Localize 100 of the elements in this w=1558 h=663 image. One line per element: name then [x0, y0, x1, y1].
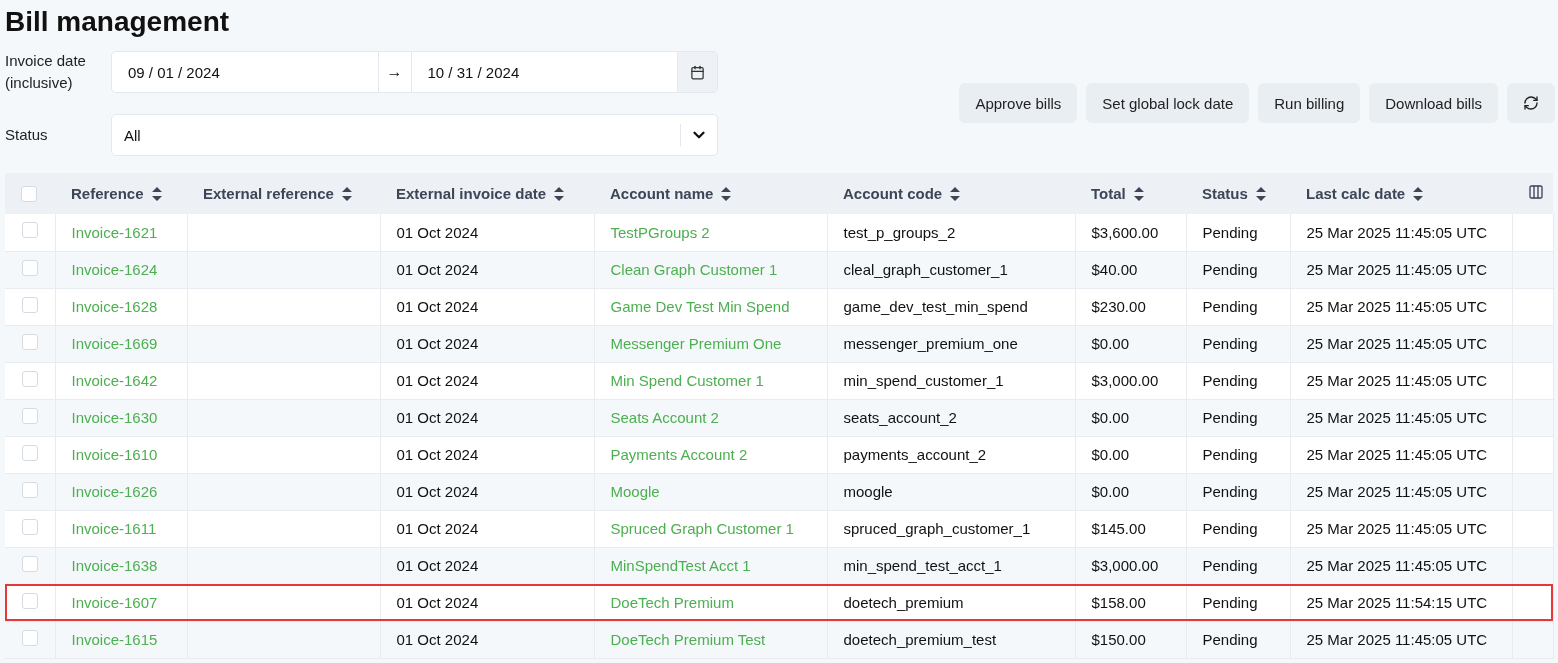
table-cell: 25 Mar 2025 11:45:05 UTC — [1306, 446, 1488, 463]
row-checkbox[interactable] — [22, 370, 38, 387]
column-header[interactable]: Total — [1091, 185, 1126, 202]
table-link[interactable]: Min Spend Customer 1 — [610, 372, 764, 389]
table-link[interactable]: Invoice-1624 — [71, 261, 158, 278]
table-cell: Pending — [1202, 372, 1258, 389]
table-link[interactable]: Messenger Premium One — [610, 335, 782, 352]
sort-icon[interactable] — [1413, 186, 1424, 201]
table-cell: Pending — [1202, 409, 1258, 426]
table-link[interactable]: Invoice-1669 — [71, 335, 158, 352]
row-checkbox[interactable] — [22, 481, 38, 498]
table-cell: Pending — [1202, 483, 1258, 500]
table-cell: 01 Oct 2024 — [396, 520, 479, 537]
column-header[interactable]: Last calc date — [1306, 185, 1406, 202]
row-checkbox[interactable] — [22, 518, 38, 535]
table-cell: 25 Mar 2025 11:45:05 UTC — [1306, 335, 1488, 352]
table-cell: Pending — [1202, 520, 1258, 537]
table-cell: 01 Oct 2024 — [396, 631, 479, 648]
table-cell: 25 Mar 2025 11:45:05 UTC — [1306, 298, 1488, 315]
table-link[interactable]: Invoice-1611 — [71, 520, 157, 537]
table-link[interactable]: Invoice-1621 — [71, 223, 158, 241]
table-link[interactable]: Invoice-1615 — [71, 631, 158, 648]
row-checkbox[interactable] — [22, 333, 38, 350]
table-cell: test_p_groups_2 — [843, 223, 956, 241]
table-cell: Pending — [1202, 446, 1258, 463]
sort-icon[interactable] — [950, 186, 961, 201]
table-cell: $150.00 — [1091, 631, 1146, 648]
table-link[interactable]: Invoice-1607 — [71, 594, 158, 611]
sort-icon[interactable] — [1133, 186, 1144, 201]
table-cell: seats_account_2 — [843, 409, 957, 426]
sort-icon[interactable] — [151, 186, 162, 201]
column-header[interactable]: Status — [1202, 185, 1248, 202]
table-cell: 01 Oct 2024 — [396, 223, 479, 241]
table-link[interactable]: Game Dev Test Min Spend — [610, 298, 790, 315]
table-link[interactable]: MinSpendTest Acct 1 — [610, 557, 751, 574]
column-header[interactable]: Account code — [843, 185, 943, 202]
table-cell: 01 Oct 2024 — [396, 372, 479, 389]
table-link[interactable]: TestPGroups 2 — [610, 223, 710, 241]
table-link[interactable]: Invoice-1638 — [71, 557, 158, 574]
table-cell: 01 Oct 2024 — [396, 557, 479, 574]
calendar-icon — [690, 64, 705, 80]
table-cell: 25 Mar 2025 11:45:05 UTC — [1306, 261, 1488, 278]
table-cell: 01 Oct 2024 — [396, 335, 479, 352]
row-checkbox[interactable] — [22, 296, 38, 313]
table-cell: 01 Oct 2024 — [396, 594, 479, 611]
sort-icon[interactable] — [1255, 186, 1266, 201]
row-checkbox[interactable] — [22, 629, 38, 646]
action-button[interactable]: Set global lock date — [1086, 83, 1250, 123]
end-date-value[interactable]: 10 / 31 / 2024 — [411, 52, 677, 92]
table-cell: doetech_premium_test — [843, 631, 997, 648]
table-cell: 25 Mar 2025 11:45:05 UTC — [1306, 372, 1488, 389]
page-title: Bill management — [5, 5, 231, 39]
table-cell: $0.00 — [1091, 446, 1130, 463]
table-cell: moogle — [843, 483, 893, 500]
column-header[interactable]: Account name — [610, 185, 714, 202]
table-link[interactable]: Invoice-1642 — [71, 372, 158, 389]
table-link[interactable]: Invoice-1630 — [71, 409, 158, 426]
table-cell: $3,000.00 — [1091, 372, 1159, 389]
select-all-checkbox[interactable] — [21, 185, 37, 202]
sort-icon[interactable] — [341, 186, 352, 201]
table-link[interactable]: Invoice-1610 — [71, 446, 158, 463]
table-cell: messenger_premium_one — [843, 335, 1018, 352]
table-cell: 01 Oct 2024 — [396, 483, 479, 500]
table-cell: 01 Oct 2024 — [396, 261, 479, 278]
table-link[interactable]: Clean Graph Customer 1 — [610, 261, 778, 278]
table-cell: min_spend_test_acct_1 — [843, 557, 1002, 574]
refresh-button[interactable] — [1507, 83, 1555, 123]
table-link[interactable]: Payments Account 2 — [610, 446, 748, 463]
table-cell: cleal_graph_customer_1 — [843, 261, 1008, 278]
columns-icon[interactable] — [1528, 184, 1544, 200]
row-checkbox[interactable] — [22, 444, 38, 461]
table-cell: spruced_graph_customer_1 — [843, 520, 1031, 537]
calendar-button[interactable] — [677, 52, 717, 92]
table-link[interactable]: DoeTech Premium Test — [610, 631, 766, 648]
row-checkbox[interactable] — [22, 407, 38, 424]
action-button[interactable]: Download bills — [1369, 83, 1498, 123]
table-link[interactable]: Seats Account 2 — [610, 409, 719, 426]
refresh-icon — [1523, 95, 1539, 111]
row-checkbox[interactable] — [22, 592, 38, 609]
table-link[interactable]: Invoice-1628 — [71, 298, 158, 315]
table-cell: 25 Mar 2025 11:45:05 UTC — [1306, 483, 1488, 500]
row-checkbox[interactable] — [22, 222, 38, 238]
status-select[interactable]: All — [111, 114, 718, 156]
row-checkbox[interactable] — [22, 259, 38, 276]
sort-icon[interactable] — [554, 186, 565, 201]
table-link[interactable]: DoeTech Premium — [610, 594, 734, 611]
table-cell: 25 Mar 2025 11:54:15 UTC — [1306, 594, 1488, 611]
table-cell: Pending — [1202, 335, 1258, 352]
table-cell: $3,000.00 — [1091, 557, 1159, 574]
table-cell: 25 Mar 2025 11:45:05 UTC — [1306, 409, 1488, 426]
table-link[interactable]: Moogle — [610, 483, 660, 500]
status-label: Status — [5, 125, 49, 145]
start-date-value[interactable]: 09 / 01 / 2024 — [112, 52, 378, 92]
row-checkbox[interactable] — [22, 555, 38, 572]
sort-icon[interactable] — [721, 186, 732, 201]
table-link[interactable]: Invoice-1626 — [71, 483, 158, 500]
action-button[interactable]: Run billing — [1258, 83, 1361, 123]
date-range-field[interactable]: 09 / 01 / 2024 → 10 / 31 / 2024 — [111, 51, 718, 93]
action-button[interactable]: Approve bills — [959, 83, 1078, 123]
table-link[interactable]: Spruced Graph Customer 1 — [610, 520, 794, 537]
